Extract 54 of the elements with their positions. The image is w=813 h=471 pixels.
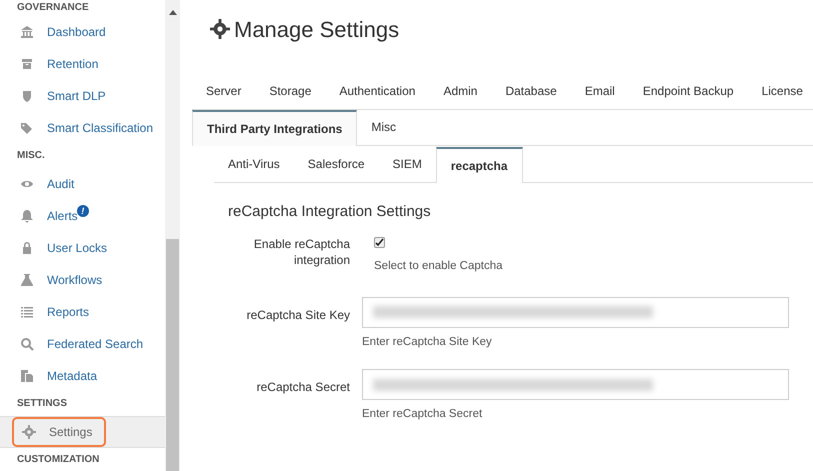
sidebar-item[interactable]: Audit [0, 168, 74, 200]
settings-tab[interactable]: Endpoint Backup [628, 73, 748, 109]
settings-tab[interactable]: Database [491, 73, 571, 109]
help-text: Enter reCaptcha Secret [362, 407, 484, 422]
settings-tab[interactable]: Admin [429, 73, 492, 109]
section-heading: MISC. [16, 150, 46, 162]
search-icon [20, 337, 34, 351]
settings-tab[interactable]: Authentication [325, 73, 430, 109]
flask-icon [20, 273, 34, 287]
sidebar-item[interactable]: Alerts [0, 200, 78, 232]
field-label: reCaptcha Secret [256, 379, 350, 396]
scroll-up-icon[interactable] [168, 10, 176, 15]
integration-tab[interactable]: Anti-Virus [214, 146, 294, 182]
list-icon [20, 305, 34, 319]
settings-tab[interactable]: Third Party Integrations [192, 110, 358, 146]
checkbox[interactable] [374, 236, 385, 248]
settings-tab[interactable]: Server [192, 73, 256, 109]
help-text: Select to enable Captcha [374, 258, 503, 274]
sidebar-item[interactable]: Retention [0, 48, 98, 80]
tags-icon [20, 121, 34, 135]
bell-icon [20, 209, 34, 223]
lock-icon [20, 241, 34, 255]
settings-tab[interactable]: Email [570, 73, 629, 109]
integration-tab[interactable]: Salesforce [294, 146, 378, 182]
alert-badge: ! [76, 205, 89, 217]
settings-tab[interactable]: License [748, 73, 813, 109]
section-heading: SETTINGS [16, 398, 68, 410]
field-label: reCaptcha Site Key [246, 306, 350, 324]
input-field[interactable] [362, 296, 789, 328]
sidebar-item[interactable]: Metadata [0, 360, 98, 392]
input-field[interactable] [362, 369, 789, 400]
sidebar-item[interactable]: User Locks [0, 232, 108, 264]
section-heading: GOVERNANCE [16, 1, 90, 14]
section-title: reCaptcha Integration Settings [228, 202, 432, 222]
settings-tab[interactable]: Storage [255, 73, 326, 109]
scrollbar-thumb[interactable] [166, 239, 179, 471]
sidebar-item[interactable]: Smart DLP [0, 80, 106, 112]
archive-icon [20, 57, 34, 71]
page-title: Manage Settings [234, 16, 400, 44]
sidebar-item[interactable]: Smart Classification [0, 112, 154, 144]
sidebar-item[interactable]: Reports [0, 296, 90, 328]
shield-icon [20, 89, 34, 103]
settings-tab[interactable]: Misc [357, 109, 410, 145]
field-label: Enable reCaptcha integration [252, 236, 350, 268]
bank-icon [20, 25, 34, 39]
scrollbar[interactable] [165, 0, 180, 471]
section-heading: CUSTOMIZATION [16, 454, 100, 466]
integration-tab[interactable]: recaptcha [436, 147, 523, 183]
integration-tab[interactable]: SIEM [378, 146, 436, 182]
sidebar-item[interactable]: Workflows [0, 264, 102, 296]
sidebar-item[interactable]: Federated Search [0, 328, 144, 360]
files-icon [20, 369, 34, 383]
help-text: Enter reCaptcha Site Key [362, 334, 493, 350]
sidebar-item[interactable]: Dashboard [0, 16, 106, 48]
